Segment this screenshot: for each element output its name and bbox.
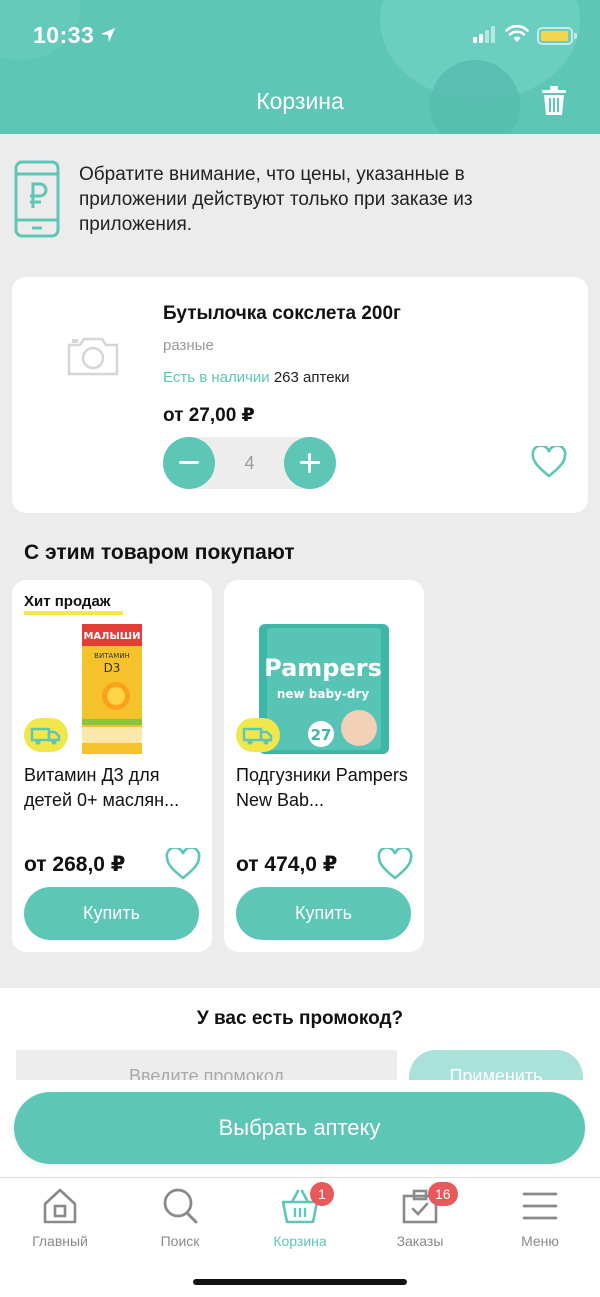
delivery-truck-badge — [236, 718, 280, 752]
search-icon — [163, 1188, 198, 1224]
vitamin-d3-product-image: МАЛЫШИ ВИТАМИН D3 — [82, 624, 142, 754]
svg-text:Pampers: Pampers — [264, 654, 382, 682]
orders-count-badge: 16 — [428, 1182, 458, 1206]
promo-title: У вас есть промокод? — [196, 1008, 404, 1029]
phone-ruble-icon — [14, 160, 60, 238]
recommendation-name[interactable]: Витамин Д3 для детей 0+ маслян... — [24, 763, 204, 813]
wifi-icon — [505, 24, 529, 42]
location-arrow-icon — [101, 28, 115, 42]
cart-count-badge: 1 — [310, 1182, 334, 1206]
decrease-quantity-button[interactable] — [163, 437, 215, 489]
svg-text:ВИТАМИН: ВИТАМИН — [94, 652, 130, 660]
tab-orders[interactable]: 16 Заказы — [360, 1182, 480, 1256]
heart-icon[interactable] — [377, 848, 413, 880]
tab-search[interactable]: Поиск — [120, 1186, 240, 1256]
cart-item-name[interactable]: Бутылочка сокслета 200г — [163, 303, 401, 325]
battery-icon — [537, 27, 577, 45]
recommendation-price: от 474,0 ₽ — [236, 853, 338, 876]
tab-label: Корзина — [273, 1233, 327, 1249]
svg-text:new baby-dry: new baby-dry — [277, 687, 370, 701]
home-icon — [43, 1188, 77, 1224]
truck-icon — [30, 727, 61, 745]
recommendations-title: С этим товаром покупают — [24, 541, 295, 564]
quantity-value: 4 — [244, 453, 255, 473]
hit-badge-underline — [24, 611, 123, 615]
tab-cart[interactable]: 1 Корзина — [240, 1182, 360, 1256]
status-time: 10:33 — [33, 22, 95, 48]
recommendation-card[interactable]: Хит продаж МАЛЫШИ ВИТАМИН D3 Витамин Д3 … — [12, 580, 212, 952]
choose-pharmacy-button[interactable]: Выбрать аптеку — [14, 1092, 585, 1164]
heart-icon[interactable] — [531, 446, 567, 478]
tab-label: Поиск — [160, 1233, 200, 1249]
notice-text: Обратите внимание, что цены, указанные в… — [79, 164, 473, 235]
svg-text:27: 27 — [311, 726, 332, 744]
tab-label: Главный — [32, 1233, 88, 1249]
buy-button[interactable]: Купить — [236, 887, 411, 940]
recommendation-name[interactable]: Подгузники Pampers New Bab... — [236, 763, 416, 813]
header: 10:33 Корзина — [0, 0, 600, 134]
availability-count: 263 аптеки — [273, 369, 350, 386]
apply-promo-button[interactable]: Применить — [409, 1050, 583, 1080]
trash-icon[interactable] — [541, 86, 567, 116]
cart-item-brand: разные — [163, 337, 214, 354]
delivery-truck-badge — [24, 718, 68, 752]
recommendation-card[interactable]: Pampers new baby-dry 27 Подгузники Pampe… — [224, 580, 424, 952]
heart-icon[interactable] — [165, 848, 201, 880]
tab-label: Заказы — [396, 1233, 444, 1249]
recommendation-price: от 268,0 ₽ — [24, 853, 126, 876]
status-bar: 10:33 — [0, 0, 600, 70]
quantity-stepper: 4 — [163, 437, 336, 489]
cart-item-card[interactable]: Бутылочка сокслета 200г разные Есть в на… — [12, 277, 588, 513]
svg-text:D3: D3 — [104, 661, 121, 675]
cart-item-availability: Есть в наличии 263 аптеки — [163, 369, 349, 386]
tab-label: Меню — [521, 1233, 559, 1249]
buy-button[interactable]: Купить — [24, 887, 199, 940]
increase-quantity-button[interactable] — [284, 437, 336, 489]
menu-icon — [522, 1192, 558, 1220]
svg-text:МАЛЫШИ: МАЛЫШИ — [83, 631, 140, 642]
camera-placeholder-icon — [67, 337, 119, 376]
cart-item-price: от 27,00 ₽ — [163, 405, 255, 426]
tab-home[interactable]: Главный — [0, 1186, 120, 1256]
cellular-signal-icon — [473, 26, 499, 43]
tab-menu[interactable]: Меню — [480, 1186, 600, 1256]
availability-label: Есть в наличии — [163, 369, 270, 386]
truck-icon — [242, 727, 273, 745]
home-indicator[interactable] — [193, 1279, 407, 1285]
promo-code-input[interactable]: Введите промокод — [16, 1050, 397, 1080]
page-title: Корзина — [256, 88, 344, 114]
price-notice: Обратите внимание, что цены, указанные в… — [14, 160, 594, 240]
hit-badge: Хит продаж — [24, 593, 111, 610]
